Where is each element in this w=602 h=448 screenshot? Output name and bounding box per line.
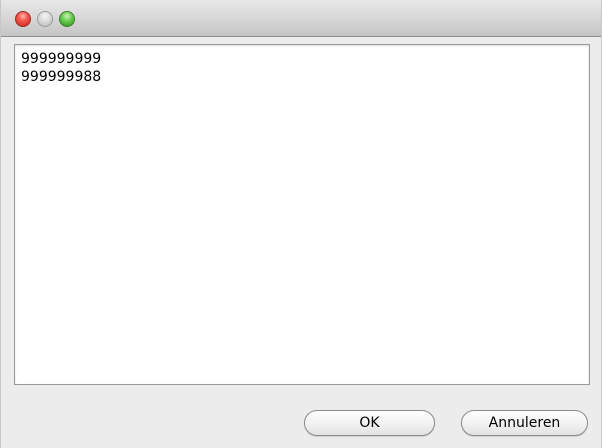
ok-button[interactable]: OK bbox=[304, 410, 435, 436]
text-line: 999999999 bbox=[21, 51, 102, 67]
dialog-window: 999999999 999999988 OK Annuleren bbox=[0, 0, 602, 448]
close-icon[interactable] bbox=[15, 11, 31, 27]
zoom-icon[interactable] bbox=[59, 11, 75, 27]
cancel-button[interactable]: Annuleren bbox=[461, 410, 588, 436]
minimize-icon bbox=[37, 11, 53, 27]
text-line: 999999988 bbox=[21, 69, 102, 85]
text-area[interactable]: 999999999 999999988 bbox=[14, 44, 590, 385]
title-bar[interactable] bbox=[1, 0, 601, 37]
